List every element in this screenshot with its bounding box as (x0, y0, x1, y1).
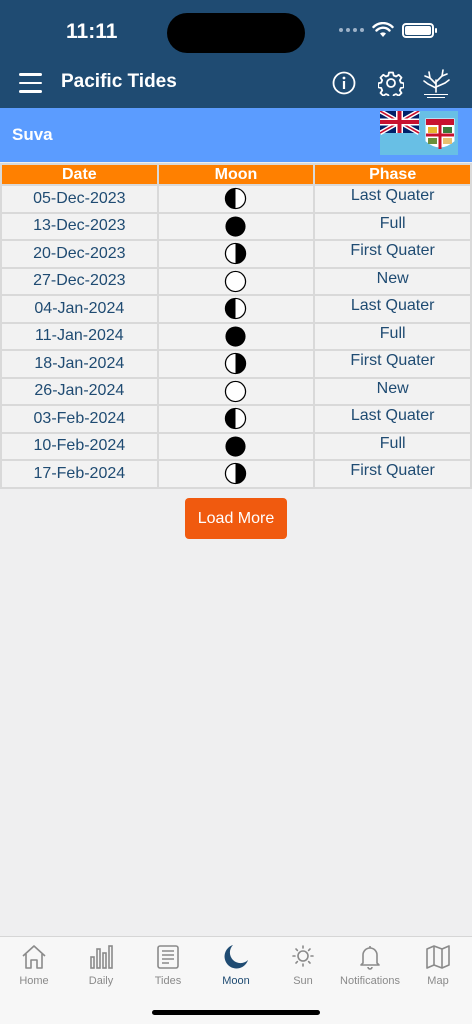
date-cell: 10-Feb-2024 (0, 431, 159, 461)
signal-icon (339, 28, 364, 32)
tab-tides[interactable]: Tides (134, 943, 202, 987)
bell-icon (360, 946, 380, 970)
table-row: 03-Feb-2024 Last Quater (0, 404, 472, 434)
tab-home[interactable]: Home (0, 943, 68, 987)
document-icon (157, 945, 179, 969)
table-row: 26-Jan-2024 New (0, 376, 472, 406)
last-quarter-icon (225, 408, 247, 430)
map-icon (426, 945, 450, 969)
phase-cell: Last Quater (313, 184, 472, 214)
status-bar: 11:11 (0, 0, 472, 58)
tab-sun[interactable]: Sun (269, 943, 337, 987)
tab-label: Map (427, 975, 449, 987)
moon-cell (156, 376, 316, 406)
moon-cell (156, 431, 316, 461)
info-icon[interactable] (332, 71, 356, 95)
wifi-icon (372, 22, 394, 37)
date-cell: 05-Dec-2023 (0, 184, 159, 214)
page-title: Pacific Tides (61, 71, 177, 92)
last-quarter-icon (225, 188, 247, 210)
column-header-moon: Moon (156, 163, 316, 186)
date-cell: 20-Dec-2023 (0, 239, 159, 269)
full-moon-icon (225, 326, 247, 347)
first-quarter-icon (225, 243, 247, 265)
moon-cell (156, 321, 316, 351)
moon-cell (156, 266, 316, 296)
date-cell: 13-Dec-2023 (0, 211, 159, 241)
bar-chart-icon (90, 945, 113, 969)
first-quarter-icon (225, 463, 247, 485)
moon-icon (224, 945, 248, 969)
phase-cell: Last Quater (313, 404, 472, 434)
tab-moon[interactable]: Moon (202, 943, 270, 987)
tab-label: Daily (88, 975, 114, 987)
date-cell: 11-Jan-2024 (0, 321, 159, 351)
moon-cell (156, 349, 316, 379)
tab-map[interactable]: Map (404, 943, 472, 987)
fiji-flag-icon (380, 111, 458, 155)
phase-cell: Full (313, 431, 472, 461)
table-row: 17-Feb-2024 First Quater (0, 459, 472, 489)
home-indicator (152, 1010, 320, 1015)
phase-cell: First Quater (313, 349, 472, 379)
new-moon-icon (225, 270, 247, 292)
status-time: 11:11 (66, 20, 118, 43)
moon-cell (156, 404, 316, 434)
home-icon (22, 945, 46, 969)
table-row: 04-Jan-2024 Last Quater (0, 294, 472, 324)
table-row: 11-Jan-2024 Full (0, 321, 472, 351)
phase-cell: New (313, 266, 472, 296)
table-row: 13-Dec-2023 Full (0, 211, 472, 241)
new-moon-icon (225, 380, 247, 402)
moon-phase-table: Date Moon Phase 05-Dec-2023 Last Quater 13… (0, 163, 472, 489)
full-moon-icon (225, 436, 247, 457)
location-bar: Suva (0, 108, 472, 162)
column-header-phase: Phase (313, 163, 472, 186)
gear-icon[interactable] (378, 70, 404, 96)
dynamic-island (167, 13, 305, 53)
app-header: Pacific Tides (0, 58, 472, 108)
load-more-button[interactable]: Load More (185, 498, 287, 539)
phase-cell: Full (313, 211, 472, 241)
tab-notifications[interactable]: Notifications (336, 943, 404, 987)
moon-cell (156, 239, 316, 269)
date-cell: 26-Jan-2024 (0, 376, 159, 406)
location-name: Suva (12, 125, 53, 144)
tab-label: Tides (154, 975, 182, 987)
table-row: 27-Dec-2023 New (0, 266, 472, 296)
tab-daily[interactable]: Daily (67, 943, 135, 987)
menu-icon[interactable] (19, 73, 42, 93)
moon-cell (156, 211, 316, 241)
last-quarter-icon (225, 298, 247, 320)
sun-icon (292, 945, 314, 967)
full-moon-icon (225, 216, 247, 237)
table-row: 20-Dec-2023 First Quater (0, 239, 472, 269)
table-row: 10-Feb-2024 Full (0, 431, 472, 461)
date-cell: 27-Dec-2023 (0, 266, 159, 296)
column-header-date: Date (0, 163, 159, 186)
phase-cell: First Quater (313, 459, 472, 489)
table-row: 05-Dec-2023 Last Quater (0, 184, 472, 214)
phase-cell: Last Quater (313, 294, 472, 324)
phase-cell: Full (313, 321, 472, 351)
moon-cell (156, 184, 316, 214)
first-quarter-icon (225, 353, 247, 375)
battery-icon (402, 22, 437, 38)
table-row: 18-Jan-2024 First Quater (0, 349, 472, 379)
tab-label: Notifications (340, 975, 400, 987)
tab-label: Home (19, 975, 49, 987)
date-cell: 17-Feb-2024 (0, 459, 159, 489)
phase-cell: New (313, 376, 472, 406)
moon-cell (156, 294, 316, 324)
date-cell: 18-Jan-2024 (0, 349, 159, 379)
phase-cell: First Quater (313, 239, 472, 269)
date-cell: 04-Jan-2024 (0, 294, 159, 324)
date-cell: 03-Feb-2024 (0, 404, 159, 434)
tab-label: Sun (293, 975, 313, 987)
coral-logo-icon (423, 69, 450, 98)
table-header-row: Date Moon Phase (0, 163, 472, 186)
moon-cell (156, 459, 316, 489)
tab-label: Moon (222, 975, 250, 987)
